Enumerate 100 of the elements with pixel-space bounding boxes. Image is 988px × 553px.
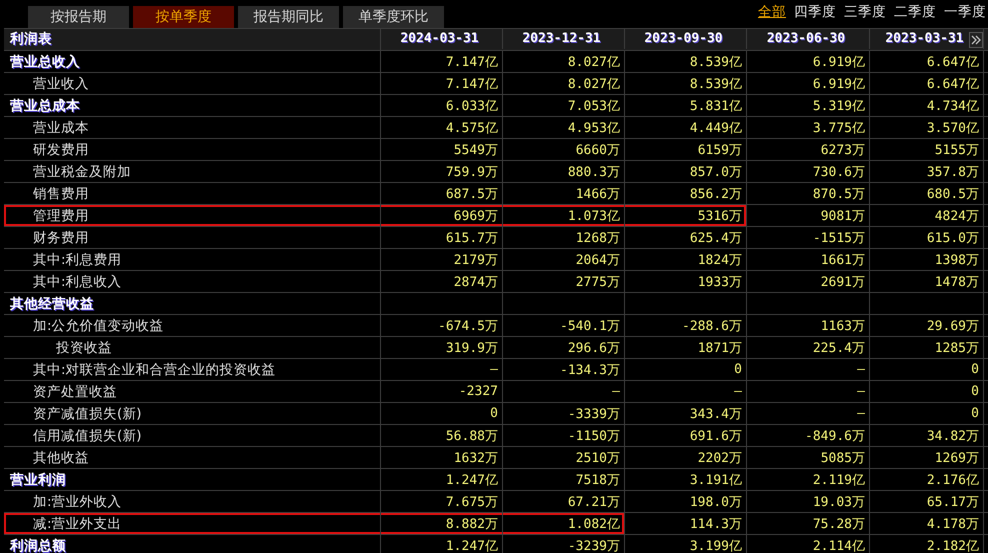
table-cell: 6969万 [381,205,503,226]
table-cell: 7518万 [503,469,625,490]
row-label: 加:营业外收入 [4,491,381,512]
row-label: 其他收益 [4,447,381,468]
next-columns-button[interactable] [969,32,983,48]
table-cell: -3239万 [503,535,625,553]
table-cell: 7.675万 [381,491,503,512]
table-cell: 8.882万 [381,513,503,534]
tab[interactable]: 单季度环比 [343,6,444,28]
table-cell: 1.247亿 [381,469,503,490]
table-cell: 4.575亿 [381,117,503,138]
table-cell: 2.176亿 [870,469,984,490]
column-header: 2023-06-30 [747,29,870,48]
table-cell: 2.119亿 [747,469,870,490]
table-cell: 730.6万 [747,161,870,182]
section-label: 其他经营收益 [4,293,381,314]
filter-link[interactable]: 二季度 [894,3,936,21]
table-cell: 296.6万 [503,337,625,358]
table-cell: -674.5万 [381,315,503,336]
table-cell: 5316万 [625,205,747,226]
table-cell: 6660万 [503,139,625,160]
table-cell: 1163万 [747,315,870,336]
table-cell: 1268万 [503,227,625,248]
table-cell: 615.7万 [381,227,503,248]
table-cell: 680.5万 [870,183,984,204]
table-cell: -1150万 [503,425,625,446]
table-cell: 1871万 [625,337,747,358]
filter-link[interactable]: 全部 [758,3,786,21]
table-cell: 3.775亿 [747,117,870,138]
table-cell: -540.1万 [503,315,625,336]
table-cell: 1478万 [870,271,984,292]
table-cell: 198.0万 [625,491,747,512]
row-label: 其中:利息收入 [4,271,381,292]
row-label: 加:公允价值变动收益 [4,315,381,336]
filter-link[interactable]: 三季度 [844,3,886,21]
column-header: 2024-03-31 [381,29,503,48]
table-cell: 615.0万 [870,227,984,248]
table-cell: 6.919亿 [747,51,870,72]
row-label: 营业收入 [4,73,381,94]
table-cell: 3.199亿 [625,535,747,553]
table-cell: 5.319亿 [747,95,870,116]
row-label: 研发费用 [4,139,381,160]
column-header: 2023-09-30 [625,29,747,48]
table-cell: 2775万 [503,271,625,292]
table-cell: 3.570亿 [870,117,984,138]
table-cell: 5085万 [747,447,870,468]
table-cell: — [747,381,870,402]
section-label: 营业利润 [4,469,381,490]
table-cell: 8.027亿 [503,51,625,72]
table-cell: 8.539亿 [625,51,747,72]
table-cell: 6.647亿 [870,51,984,72]
table-cell: 2.182亿 [870,535,984,553]
table-cell: 0 [870,359,984,380]
table-cell: 1632万 [381,447,503,468]
table-cell: -2327 [381,381,503,402]
table-cell: 1933万 [625,271,747,292]
table-cell: 34.82万 [870,425,984,446]
table-cell: -849.6万 [747,425,870,446]
double-chevron-icon [971,35,981,45]
table-cell: 1.073亿 [503,205,625,226]
filter-link[interactable]: 一季度 [944,3,986,21]
table-cell: 1.247亿 [381,535,503,553]
table-cell: — [503,381,625,402]
tab[interactable]: 按单季度 [133,6,234,28]
table-cell: — [747,403,870,424]
table-cell: 4.953亿 [503,117,625,138]
tab[interactable]: 报告期同比 [238,6,339,28]
table-cell: 343.4万 [625,403,747,424]
table-cell: 857.0万 [625,161,747,182]
table-cell: 319.9万 [381,337,503,358]
row-label: 投资收益 [4,337,381,358]
table-cell: 2510万 [503,447,625,468]
table-cell: 6.919亿 [747,73,870,94]
table-cell: 1398万 [870,249,984,270]
filter-link[interactable]: 四季度 [794,3,836,21]
table-cell: — [747,359,870,380]
table-cell: 6.033亿 [381,95,503,116]
table-cell: 1285万 [870,337,984,358]
row-label: 信用减值损失(新) [4,425,381,446]
row-label: 其中:对联营企业和合营企业的投资收益 [4,359,381,380]
row-label: 营业成本 [4,117,381,138]
tab[interactable]: 按报告期 [28,6,129,28]
table-cell: 3.191亿 [625,469,747,490]
table-cell: 4.734亿 [870,95,984,116]
table-cell: 8.539亿 [625,73,747,94]
table-cell: 4.449亿 [625,117,747,138]
table-cell: 691.6万 [625,425,747,446]
row-label: 其中:利息费用 [4,249,381,270]
row-label: 财务费用 [4,227,381,248]
table-cell: 687.5万 [381,183,503,204]
table-cell: -288.6万 [625,315,747,336]
row-label: 资产处置收益 [4,381,381,402]
table-cell: -1515万 [747,227,870,248]
table-cell: 1466万 [503,183,625,204]
table-cell: 7.053亿 [503,95,625,116]
table-cell: 19.03万 [747,491,870,512]
section-label: 营业总成本 [4,95,381,116]
table-cell: 1661万 [747,249,870,270]
table-cell: 0 [381,403,503,424]
table-cell: 2064万 [503,249,625,270]
